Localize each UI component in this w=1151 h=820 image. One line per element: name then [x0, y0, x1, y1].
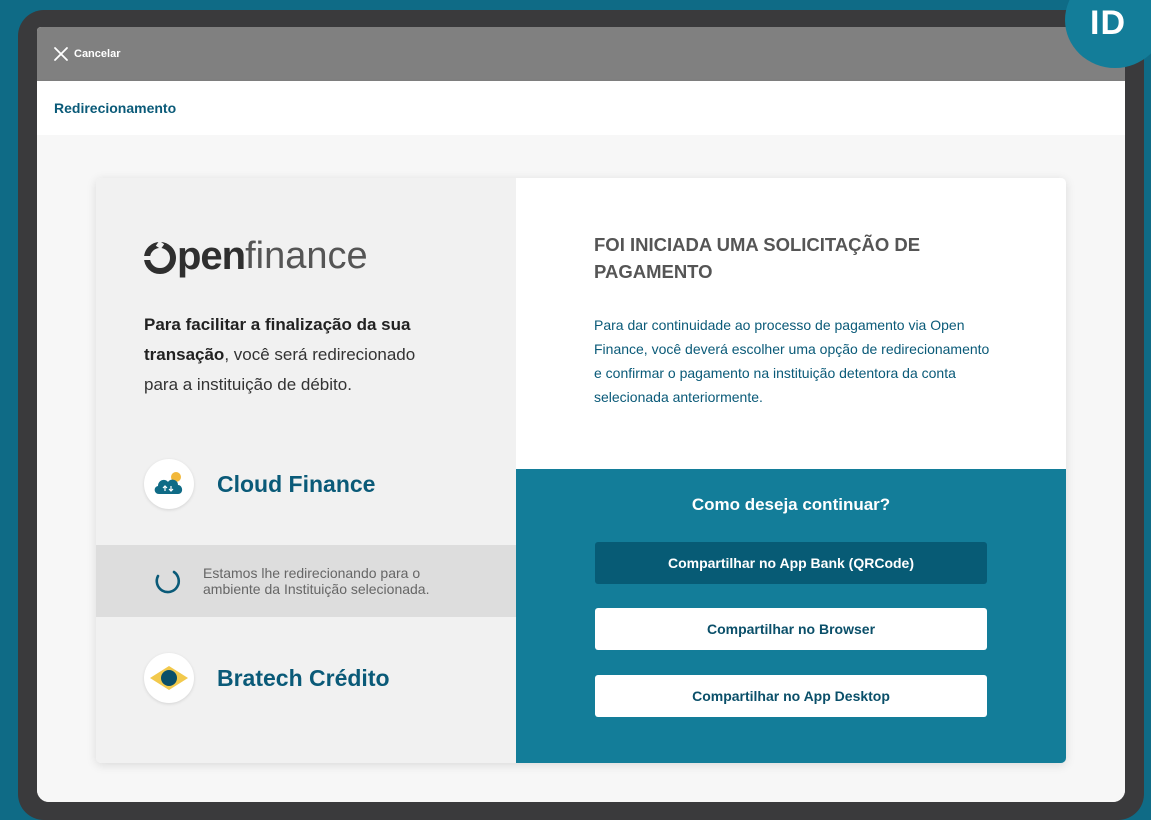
diamond-icon [144, 653, 194, 703]
share-app-desktop-button[interactable]: Compartilhar no App Desktop [595, 675, 987, 717]
loading-banner: Estamos lhe redirecionando para o ambien… [96, 545, 516, 617]
sub-header: Redirecionamento [37, 81, 1125, 135]
left-panel: pen finance Para facilitar a finalização… [96, 178, 516, 763]
cancel-label: Cancelar [74, 48, 121, 60]
institution-name: Cloud Finance [217, 470, 376, 497]
loading-spinner-icon [155, 570, 181, 594]
logo-text-light: finance [245, 235, 368, 277]
cloud-icon [144, 459, 194, 509]
request-info-panel: FOI INICIADA UMA SOLICITAÇÃO DE PAGAMENT… [516, 178, 1066, 469]
redirect-card: pen finance Para facilitar a finalização… [96, 178, 1066, 763]
cancel-button[interactable]: Cancelar [53, 46, 120, 62]
content-area: pen finance Para facilitar a finalização… [37, 135, 1125, 802]
institution-bratech-credito[interactable]: Bratech Crédito [144, 653, 390, 703]
request-title: FOI INICIADA UMA SOLICITAÇÃO DE PAGAMENT… [594, 234, 921, 282]
continue-question: Como deseja continuar? [691, 495, 891, 514]
continue-options-panel: Como deseja continuar? Compartilhar no A… [516, 469, 1066, 763]
institution-name: Bratech Crédito [217, 664, 390, 691]
button-label: Compartilhar no Browser [706, 621, 876, 637]
open-finance-logo-icon [144, 242, 176, 274]
institution-cloud-finance[interactable]: Cloud Finance [144, 459, 375, 509]
share-app-bank-qrcode-button[interactable]: Compartilhar no App Bank (QRCode) [595, 542, 987, 584]
loading-text: Estamos lhe redirecionando para o ambien… [203, 565, 430, 597]
intro-text: Para facilitar a finalização da sua tran… [144, 310, 444, 400]
id-badge-label: ID [1090, 4, 1126, 42]
screen: Cancelar Redirecionamento pen finance Pa… [37, 27, 1125, 802]
share-browser-button[interactable]: Compartilhar no Browser [595, 608, 987, 650]
top-bar: Cancelar [37, 27, 1125, 81]
logo-text-bold: pen [177, 234, 246, 278]
button-label: Compartilhar no App Desktop [692, 688, 890, 704]
open-finance-logo: pen finance [144, 236, 368, 276]
close-icon [54, 47, 68, 61]
request-description: Para dar continuidade ao processo de pag… [594, 317, 990, 405]
page-title: Redirecionamento [54, 100, 177, 116]
button-label: Compartilhar no App Bank (QRCode) [667, 555, 915, 571]
